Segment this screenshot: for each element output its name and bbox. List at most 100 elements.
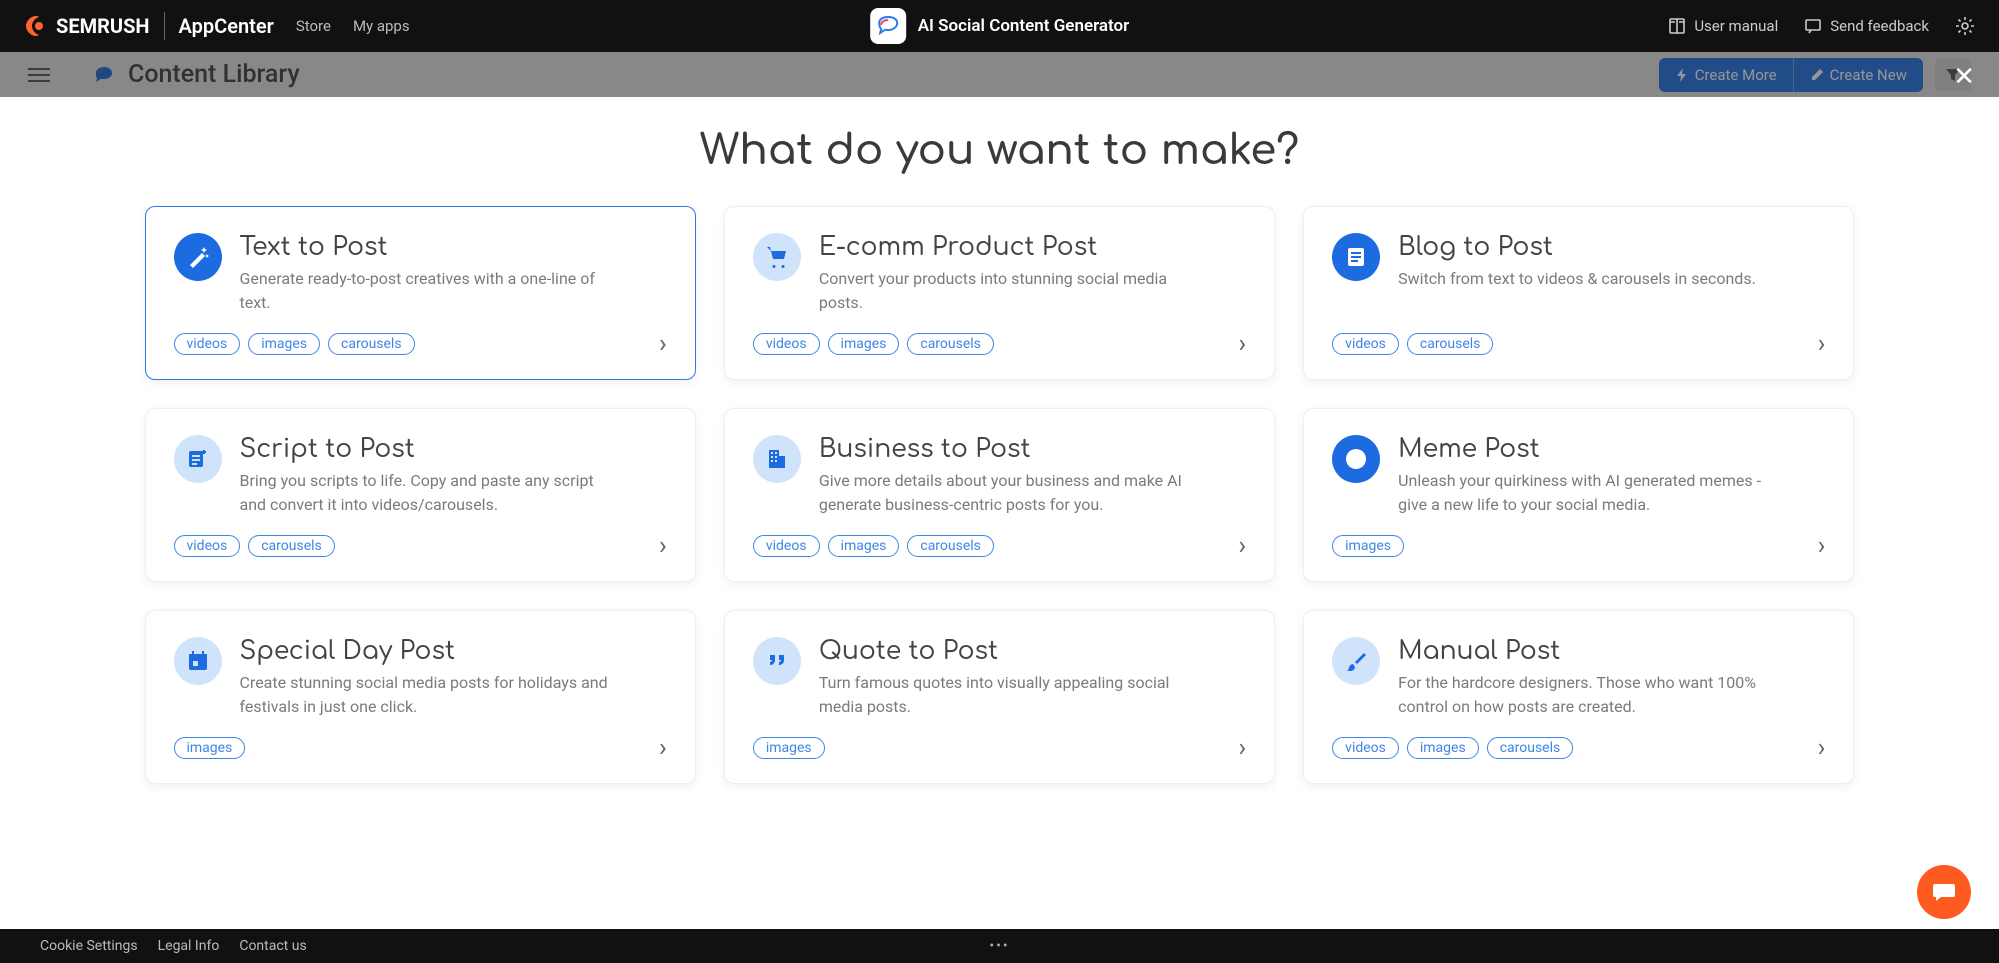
- chevron-right-icon: ›: [1238, 733, 1246, 763]
- option-card-quote-to-post[interactable]: Quote to Post Turn famous quotes into vis…: [724, 610, 1275, 784]
- feedback-icon: [1804, 17, 1822, 35]
- calendar-icon: [174, 637, 222, 685]
- nav-store[interactable]: Store: [296, 17, 331, 35]
- card-tags: videos images carousels: [753, 535, 994, 557]
- card-tags: videosimagescarousels: [174, 333, 415, 355]
- option-card-script-to-post[interactable]: Script to Post Bring you scripts to life.…: [145, 408, 696, 582]
- tag-images: images: [753, 737, 825, 759]
- brand[interactable]: SEMRUSH AppCenter: [24, 12, 274, 40]
- wand-icon: [174, 233, 222, 281]
- chevron-right-icon: ›: [1818, 329, 1826, 359]
- card-description: Unleash your quirkiness with AI generate…: [1398, 469, 1778, 517]
- quote-icon: [753, 637, 801, 685]
- brush-icon: [1332, 637, 1380, 685]
- dim-overlay: [0, 52, 1999, 97]
- close-modal-icon[interactable]: ✕: [1953, 62, 1975, 92]
- chevron-right-icon: ›: [659, 531, 667, 561]
- topbar: SEMRUSH AppCenter Store My apps AI Socia…: [0, 0, 1999, 52]
- app-title-text: AI Social Content Generator: [918, 16, 1130, 36]
- cookie-settings-link[interactable]: Cookie Settings: [40, 938, 138, 954]
- brand-divider: [164, 12, 165, 40]
- option-card-special-day-post[interactable]: Special Day Post Create stunning social m…: [145, 610, 696, 784]
- smile-icon: [1332, 435, 1380, 483]
- building-icon: [753, 435, 801, 483]
- chevron-right-icon: ›: [659, 329, 667, 359]
- nav-my-apps[interactable]: My apps: [353, 17, 410, 35]
- card-tags: videos carousels: [174, 535, 335, 557]
- card-title: Quote to Post: [819, 637, 1199, 665]
- modal-title: What do you want to make?: [145, 127, 1855, 174]
- tag-videos: videos: [174, 535, 241, 557]
- chat-support-button[interactable]: [1917, 865, 1971, 919]
- chevron-right-icon: ›: [659, 733, 667, 763]
- option-grid: Text to Post Generate ready-to-post creat…: [145, 206, 1855, 784]
- book-icon: [1668, 17, 1686, 35]
- tag-carousels: carousels: [907, 535, 994, 557]
- brand-text: SEMRUSH: [56, 14, 150, 38]
- card-description: Generate ready-to-post creatives with a …: [240, 267, 620, 315]
- semrush-logo-icon: [24, 14, 48, 38]
- card-description: Bring you scripts to life. Copy and past…: [240, 469, 620, 517]
- chevron-right-icon: ›: [1818, 531, 1826, 561]
- card-tags: images: [174, 737, 246, 759]
- legal-info-link[interactable]: Legal Info: [158, 938, 220, 954]
- card-description: Turn famous quotes into visually appeali…: [819, 671, 1199, 719]
- settings-gear-icon[interactable]: [1955, 16, 1975, 36]
- tag-images: images: [174, 737, 246, 759]
- card-description: For the hardcore designers. Those who wa…: [1398, 671, 1778, 719]
- user-manual-link[interactable]: User manual: [1668, 17, 1778, 35]
- tag-images: images: [248, 333, 320, 355]
- option-card-text-to-post[interactable]: Text to Post Generate ready-to-post creat…: [145, 206, 696, 380]
- footer-ellipsis-icon[interactable]: •••: [989, 938, 1009, 954]
- doc-icon: [1332, 233, 1380, 281]
- chevron-right-icon: ›: [1818, 733, 1826, 763]
- contact-us-link[interactable]: Contact us: [239, 938, 306, 954]
- brand-sub: AppCenter: [179, 14, 274, 38]
- footer: Cookie Settings Legal Info Contact us ••…: [0, 929, 1999, 963]
- tag-carousels: carousels: [907, 333, 994, 355]
- card-tags: videos carousels: [1332, 333, 1493, 355]
- card-description: Convert your products into stunning soci…: [819, 267, 1199, 315]
- send-feedback-text: Send feedback: [1830, 17, 1929, 35]
- chevron-right-icon: ›: [1238, 329, 1246, 359]
- card-title: Script to Post: [240, 435, 620, 463]
- option-card-e-comm-product-post[interactable]: E-comm Product Post Convert your products…: [724, 206, 1275, 380]
- tag-videos: videos: [1332, 333, 1399, 355]
- tag-videos: videos: [753, 535, 820, 557]
- card-tags: images: [753, 737, 825, 759]
- card-title: Meme Post: [1398, 435, 1778, 463]
- app-title-center: AI Social Content Generator: [870, 0, 1130, 52]
- card-description: Switch from text to videos & carousels i…: [1398, 267, 1756, 291]
- card-title: Business to Post: [819, 435, 1199, 463]
- chat-icon: [1931, 879, 1957, 905]
- app-icon: [870, 8, 906, 44]
- tag-images: images: [1407, 737, 1479, 759]
- tag-carousels: carousels: [1407, 333, 1494, 355]
- tag-images: images: [828, 333, 900, 355]
- card-title: Manual Post: [1398, 637, 1778, 665]
- user-manual-text: User manual: [1694, 17, 1778, 35]
- card-title: Text to Post: [240, 233, 620, 261]
- scriptplus-icon: [174, 435, 222, 483]
- tag-carousels: carousels: [248, 535, 335, 557]
- option-card-manual-post[interactable]: Manual Post For the hardcore designers. T…: [1303, 610, 1854, 784]
- card-tags: videos images carousels: [753, 333, 994, 355]
- card-tags: images: [1332, 535, 1404, 557]
- card-description: Give more details about your business an…: [819, 469, 1199, 517]
- card-description: Create stunning social media posts for h…: [240, 671, 620, 719]
- card-title: Special Day Post: [240, 637, 620, 665]
- tag-images: images: [828, 535, 900, 557]
- tag-videos: videos: [753, 333, 820, 355]
- tag-videos: videos: [1332, 737, 1399, 759]
- send-feedback-link[interactable]: Send feedback: [1804, 17, 1929, 35]
- create-modal: What do you want to make? Text to Post Ge…: [0, 97, 1999, 929]
- tag-carousels: carousels: [1487, 737, 1574, 759]
- option-card-blog-to-post[interactable]: Blog to Post Switch from text to videos &…: [1303, 206, 1854, 380]
- option-card-business-to-post[interactable]: Business to Post Give more details about …: [724, 408, 1275, 582]
- cart-icon: [753, 233, 801, 281]
- card-title: E-comm Product Post: [819, 233, 1199, 261]
- tag-videos: videos: [174, 333, 241, 355]
- option-card-meme-post[interactable]: Meme Post Unleash your quirkiness with AI…: [1303, 408, 1854, 582]
- tag-images: images: [1332, 535, 1404, 557]
- card-title: Blog to Post: [1398, 233, 1756, 261]
